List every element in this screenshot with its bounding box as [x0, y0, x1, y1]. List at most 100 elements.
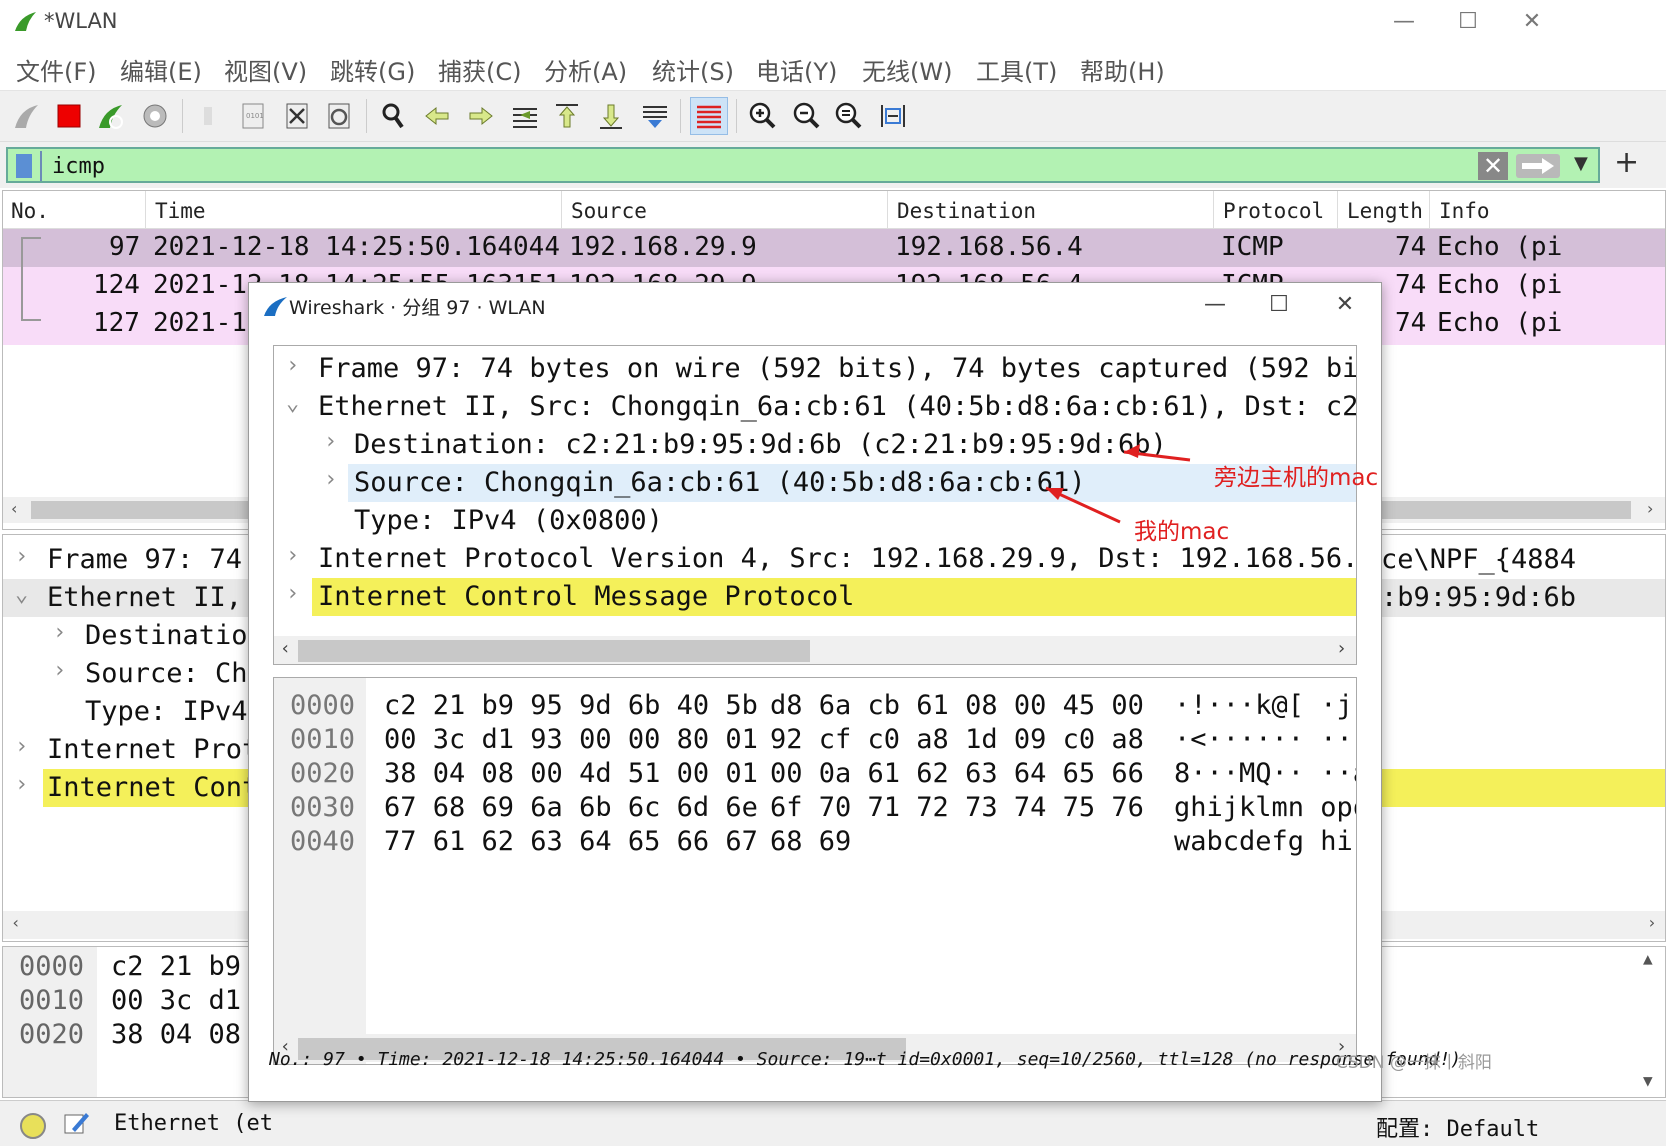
packet-list-header: No. Time Source Destination Protocol Len…	[3, 191, 1665, 229]
chevron-right-icon: ›	[15, 734, 29, 759]
scroll-down-icon[interactable]: ▼	[1643, 1071, 1653, 1090]
packet-info: Echo (pi	[1437, 232, 1563, 262]
capture-options-icon[interactable]	[136, 97, 174, 135]
open-file-icon[interactable]	[190, 97, 228, 135]
normal-size-icon[interactable]	[830, 97, 868, 135]
dialog-title: Wireshark · 分组 97 · WLAN	[289, 297, 546, 319]
chevron-right-icon: ›	[286, 581, 300, 606]
annotation-my-mac: 我的mac	[1134, 519, 1230, 545]
packet-info: Echo (pi	[1437, 308, 1563, 338]
display-filter-input[interactable]	[52, 151, 1352, 181]
chevron-right-icon: ›	[15, 544, 29, 569]
byte-ascii[interactable]: wabcdefg hi	[1174, 826, 1353, 857]
colorize-icon[interactable]	[690, 97, 728, 135]
menu-help[interactable]: 帮助(H)	[1080, 52, 1165, 87]
start-capture-icon[interactable]	[8, 97, 46, 135]
tree-row-destination[interactable]: › Destination: c2:21:b9:95:9d:6b (c2:21:…	[274, 426, 1356, 464]
menu-analyze[interactable]: 分析(A)	[544, 52, 627, 87]
column-header-length[interactable]: Length	[1347, 199, 1423, 223]
menu-view[interactable]: 视图(V)	[224, 52, 307, 87]
byte-hex[interactable]: d8 6a cb 61 08 00 45 00	[770, 690, 1144, 721]
menu-tools[interactable]: 工具(T)	[976, 52, 1057, 87]
byte-hex[interactable]: 00 3c d1 93 00 00 80 01	[384, 724, 758, 755]
column-header-no[interactable]: No.	[11, 199, 49, 223]
close-button[interactable]: ✕	[1512, 6, 1552, 38]
tree-row-source[interactable]: › Source: Chongqin_6a:cb:61 (40:5b:d8:6a…	[274, 464, 1356, 502]
go-last-icon[interactable]	[592, 97, 630, 135]
dialog-minimize-button[interactable]: —	[1195, 289, 1235, 321]
column-header-destination[interactable]: Destination	[897, 199, 1036, 223]
dialog-maximize-button[interactable]: ☐	[1259, 289, 1299, 321]
menu-statistics[interactable]: 统计(S)	[652, 52, 734, 87]
column-header-source[interactable]: Source	[571, 199, 647, 223]
go-back-icon[interactable]	[418, 97, 456, 135]
reload-file-icon[interactable]	[320, 97, 358, 135]
status-profile-text[interactable]: 配置: Default	[1376, 1111, 1539, 1143]
packet-protocol: ICMP	[1221, 232, 1284, 262]
menu-go[interactable]: 跳转(G)	[330, 52, 415, 87]
byte-ascii[interactable]: ·<······ ···	[1174, 724, 1356, 755]
tree-row-frame[interactable]: › Frame 97: 74 bytes on wire (592 bits),…	[274, 350, 1356, 388]
find-packet-icon[interactable]	[374, 97, 412, 135]
byte-hex: c2 21 b9	[111, 951, 242, 982]
menu-wireless[interactable]: 无线(W)	[862, 52, 952, 87]
tree-hscrollbar[interactable]: ‹ ›	[274, 636, 1356, 664]
close-file-icon[interactable]	[278, 97, 316, 135]
bookmark-icon[interactable]	[16, 154, 32, 178]
go-first-icon[interactable]	[548, 97, 586, 135]
save-file-icon[interactable]: 0101	[234, 97, 272, 135]
tree-text: Source: Chongqin_6a:cb:61 (40:5b:d8:6a:c…	[354, 467, 1086, 498]
byte-offset: 0040	[290, 826, 356, 857]
tree-row-icmp[interactable]: › Internet Control Message Protocol	[274, 578, 1356, 616]
packet-row-selected[interactable]: 97 2021-12-18 14:25:50.164044 192.168.29…	[3, 229, 1665, 269]
chevron-right-icon: ›	[324, 429, 338, 454]
byte-hex[interactable]: 67 68 69 6a 6b 6c 6d 6e	[384, 792, 758, 823]
stop-capture-icon[interactable]	[50, 97, 88, 135]
byte-ascii[interactable]: ·!···k@[ ·j	[1174, 690, 1353, 721]
byte-ascii[interactable]: ghijklmn opq	[1174, 792, 1356, 823]
column-header-info[interactable]: Info	[1439, 199, 1490, 223]
minimize-button[interactable]: —	[1384, 6, 1424, 38]
column-header-time[interactable]: Time	[155, 199, 206, 223]
clear-filter-icon[interactable]: ✕	[1478, 152, 1508, 180]
zoom-out-icon[interactable]	[788, 97, 826, 135]
chevron-down-icon: ⌄	[15, 582, 29, 607]
restart-capture-icon[interactable]	[92, 97, 130, 135]
column-header-protocol[interactable]: Protocol	[1223, 199, 1324, 223]
byte-hex[interactable]: 38 04 08 00 4d 51 00 01	[384, 758, 758, 789]
byte-hex[interactable]: 92 cf c0 a8 1d 09 c0 a8	[770, 724, 1144, 755]
go-forward-icon[interactable]	[462, 97, 500, 135]
menu-telephony[interactable]: 电话(Y)	[756, 52, 837, 87]
byte-hex: 38 04 08	[111, 1019, 242, 1050]
menu-edit[interactable]: 编辑(E)	[120, 52, 202, 87]
chevron-right-icon: ›	[53, 658, 67, 683]
maximize-button[interactable]: ☐	[1448, 6, 1488, 38]
byte-ascii[interactable]: 8···MQ·· ··a	[1174, 758, 1356, 789]
zoom-in-icon[interactable]	[744, 97, 782, 135]
menu-capture[interactable]: 捕获(C)	[438, 52, 521, 87]
chevron-right-icon: ›	[286, 543, 300, 568]
add-filter-button-plus-icon[interactable]: +	[1614, 148, 1639, 178]
packet-info: Echo (pi	[1437, 270, 1563, 300]
go-to-packet-icon[interactable]	[506, 97, 544, 135]
byte-hex[interactable]: c2 21 b9 95 9d 6b 40 5b	[384, 690, 758, 721]
packet-dialog: Wireshark · 分组 97 · WLAN — ☐ ✕ › Frame 9…	[248, 282, 1461, 1102]
filter-history-chevron-down-icon[interactable]: ▼	[1574, 153, 1588, 174]
resize-columns-icon[interactable]	[874, 97, 912, 135]
menu-file[interactable]: 文件(F)	[16, 52, 97, 87]
byte-hex[interactable]: 6f 70 71 72 73 74 75 76	[770, 792, 1144, 823]
dialog-protocol-tree: › Frame 97: 74 bytes on wire (592 bits),…	[273, 345, 1357, 665]
dialog-close-button[interactable]: ✕	[1325, 289, 1365, 321]
wireshark-fin-icon	[15, 12, 36, 31]
byte-hex[interactable]: 77 61 62 63 64 65 66 67	[384, 826, 758, 857]
capture-comment-pencil-icon[interactable]	[62, 1109, 90, 1137]
byte-hex[interactable]: 00 0a 61 62 63 64 65 66	[770, 758, 1144, 789]
expert-info-led-icon[interactable]	[20, 1113, 46, 1139]
wireshark-fin-icon	[264, 297, 287, 316]
byte-hex[interactable]: 68 69	[770, 826, 851, 857]
auto-scroll-icon[interactable]	[636, 97, 674, 135]
scroll-up-icon[interactable]: ▲	[1643, 949, 1653, 968]
apply-filter-icon[interactable]	[1516, 154, 1560, 178]
byte-offset: 0010	[290, 724, 356, 755]
tree-row-ethernet[interactable]: ⌄ Ethernet II, Src: Chongqin_6a:cb:61 (4…	[274, 388, 1356, 426]
